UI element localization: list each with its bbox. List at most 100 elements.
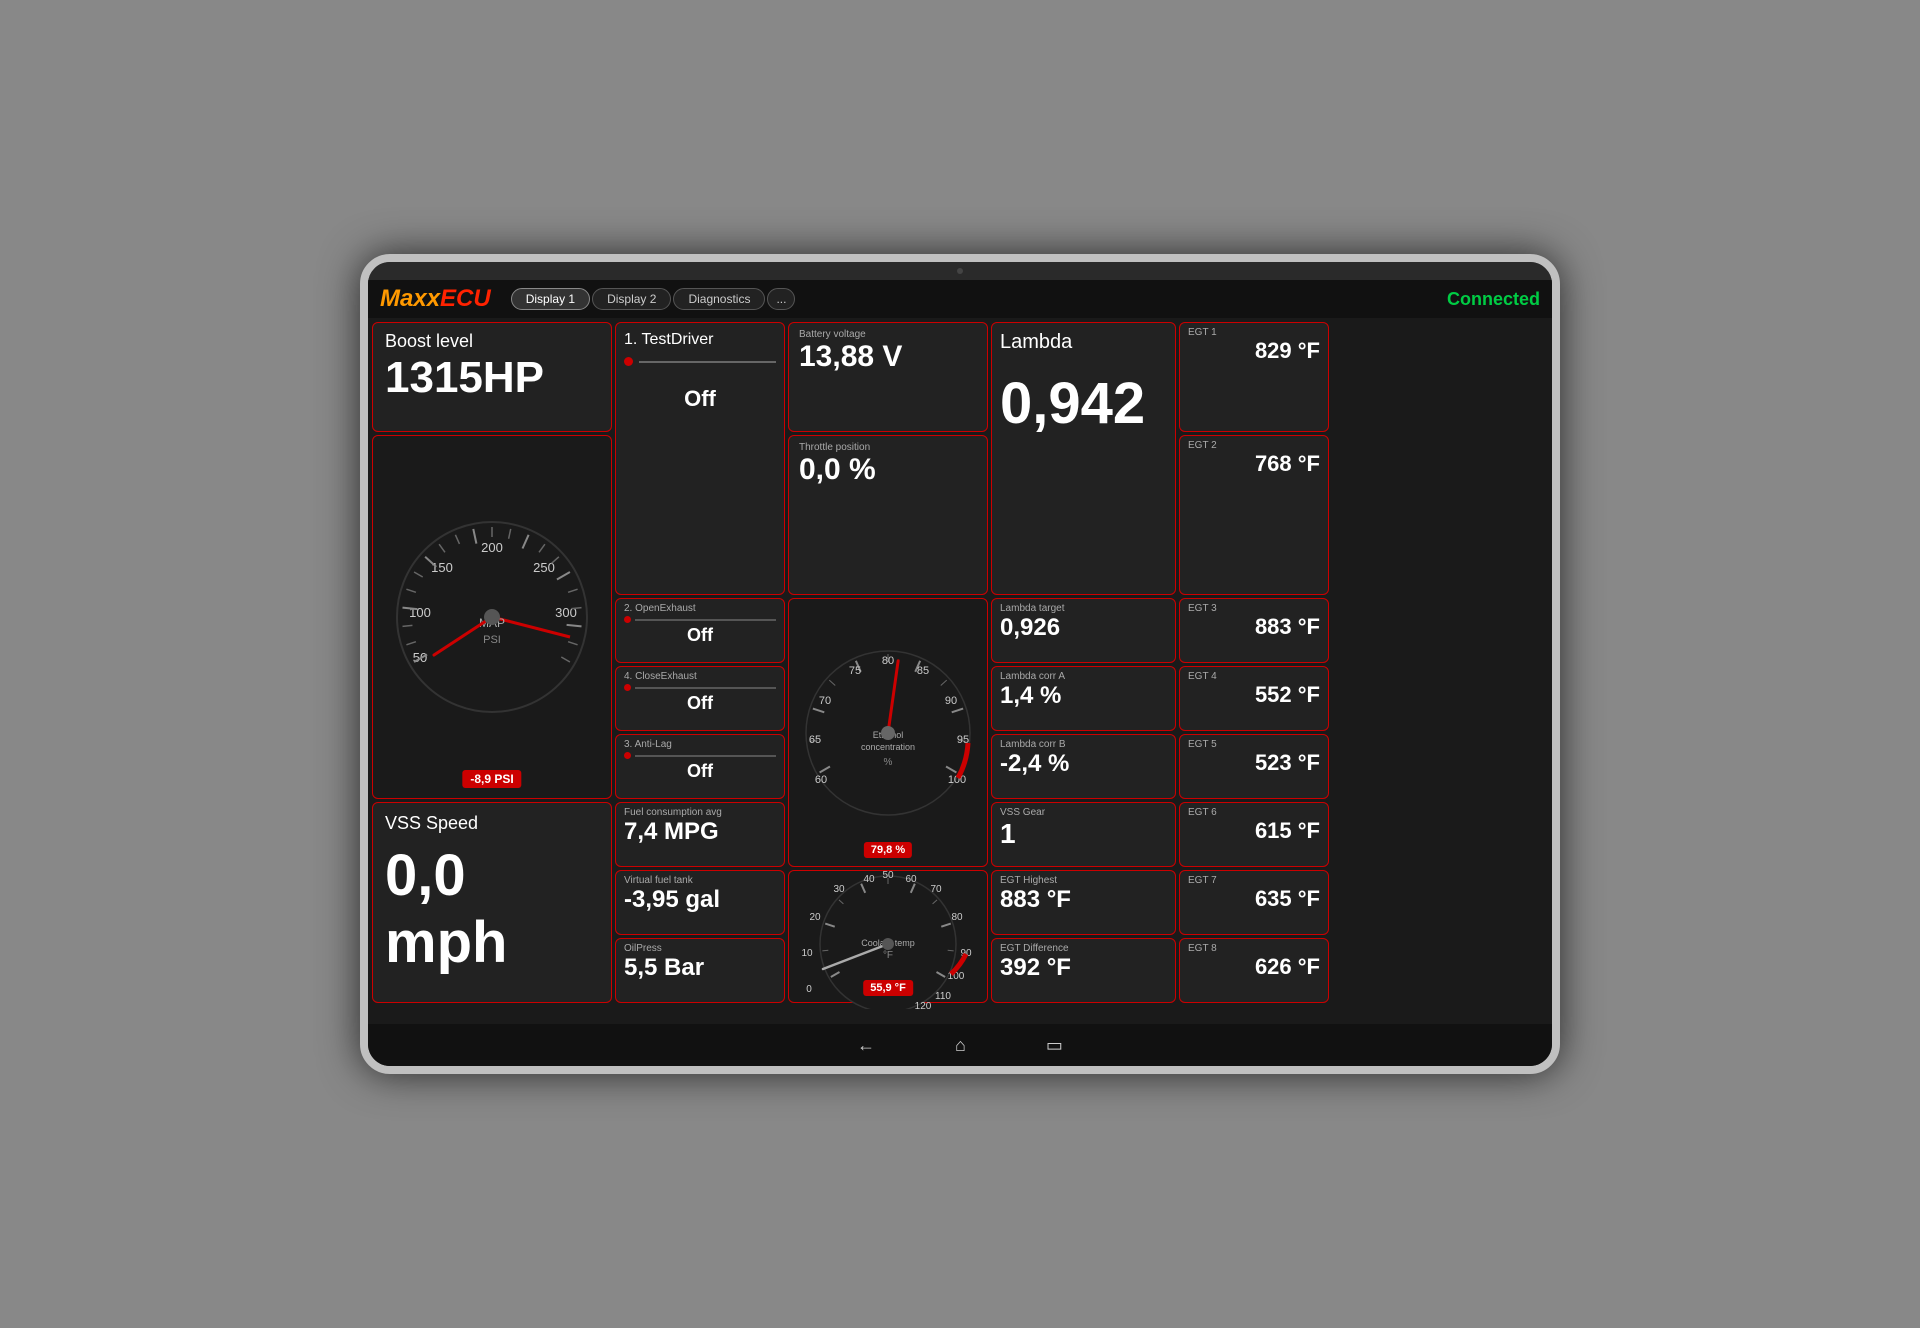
closeexhaust-track	[635, 687, 776, 689]
antilag-cell: 3. Anti-Lag Off	[615, 734, 785, 799]
egt1-value: 829 °F	[1188, 338, 1320, 364]
vss-gear-label: VSS Gear	[1000, 807, 1167, 818]
testdriver-title: 1. TestDriver	[624, 331, 776, 349]
egt4-value: 552 °F	[1188, 682, 1320, 708]
egt6-label: EGT 6	[1188, 807, 1320, 818]
ethanol-badge: 79,8 %	[864, 842, 912, 858]
oilpress-value: 5,5 Bar	[624, 954, 776, 982]
fuel-consumption-label: Fuel consumption avg	[624, 807, 776, 818]
svg-text:85: 85	[917, 665, 929, 677]
egt5-label: EGT 5	[1188, 739, 1320, 750]
boost-value: 1315HP	[385, 356, 599, 400]
egt4-cell: EGT 4 552 °F	[1179, 666, 1329, 731]
vss-gear-value: 1	[1000, 818, 1167, 850]
egt-difference-value: 392 °F	[1000, 954, 1167, 982]
svg-text:0: 0	[806, 984, 812, 995]
battery-label: Battery voltage	[799, 329, 977, 340]
throttle-label: Throttle position	[799, 442, 977, 453]
svg-text:60: 60	[815, 774, 827, 786]
boost-title: Boost level	[385, 331, 599, 352]
fuel-consumption-cell: Fuel consumption avg 7,4 MPG	[615, 802, 785, 867]
lambda-value: 0,942	[1000, 370, 1167, 437]
egt5-cell: EGT 5 523 °F	[1179, 734, 1329, 799]
egt5-value: 523 °F	[1188, 750, 1320, 776]
lambda-corr-a-label: Lambda corr A	[1000, 671, 1167, 682]
vss-gear-cell: VSS Gear 1	[991, 802, 1176, 867]
coolant-cell: 0 10 20 30 40 50 60 70 80 90 100 110 120	[788, 870, 988, 1003]
map-gauge-svg: 50 100 150 200 250 300	[382, 507, 602, 727]
vss-speed-value: 0,0 mph	[385, 842, 599, 976]
virtual-fuel-label: Virtual fuel tank	[624, 875, 776, 886]
testdriver-value: Off	[624, 386, 776, 412]
virtual-fuel-value: -3,95 gal	[624, 886, 776, 914]
svg-text:60: 60	[905, 874, 917, 885]
egt-difference-label: EGT Difference	[1000, 943, 1167, 954]
closeexhaust-label: 4. CloseExhaust	[624, 671, 776, 682]
antilag-label: 3. Anti-Lag	[624, 739, 776, 750]
svg-text:20: 20	[809, 912, 821, 923]
egt-highest-value: 883 °F	[1000, 886, 1167, 914]
svg-text:100: 100	[409, 605, 431, 620]
egt2-cell: EGT 2 768 °F	[1179, 435, 1329, 595]
svg-text:150: 150	[431, 560, 453, 575]
openexhaust-value: Off	[624, 625, 776, 646]
openexhaust-track	[635, 619, 776, 621]
map-gauge-cell: 50 100 150 200 250 300	[372, 435, 612, 799]
antilag-value: Off	[624, 761, 776, 782]
egt-highest-label: EGT Highest	[1000, 875, 1167, 886]
egt3-label: EGT 3	[1188, 603, 1320, 614]
egt2-value: 768 °F	[1188, 451, 1320, 477]
lambda-corr-b-cell: Lambda corr B -2,4 %	[991, 734, 1176, 799]
nav-recents-button[interactable]: ▭	[1046, 1035, 1063, 1056]
egt2-label: EGT 2	[1188, 440, 1320, 451]
egt3-value: 883 °F	[1188, 614, 1320, 640]
tab-diagnostics[interactable]: Diagnostics	[673, 288, 765, 310]
logo-ecu: ECU	[440, 285, 491, 312]
svg-text:75: 75	[849, 665, 861, 677]
egt8-label: EGT 8	[1188, 943, 1320, 954]
testdriver-cell: 1. TestDriver Off	[615, 322, 785, 595]
egt1-cell: EGT 1 829 °F	[1179, 322, 1329, 432]
vss-speed-title: VSS Speed	[385, 813, 599, 834]
svg-text:concentration: concentration	[861, 742, 915, 752]
lambda-title: Lambda	[1000, 331, 1167, 354]
nav-home-button[interactable]: ⌂	[955, 1035, 966, 1056]
ethanol-gauge-svg: 60 65 70 75 80 85 90 95 100 Ethanol conc…	[793, 638, 983, 828]
closeexhaust-value: Off	[624, 693, 776, 714]
egt7-label: EGT 7	[1188, 875, 1320, 886]
nav-back-button[interactable]: ←	[857, 1035, 875, 1056]
tab-more[interactable]: ...	[767, 288, 795, 310]
egt6-cell: EGT 6 615 °F	[1179, 802, 1329, 867]
boost-cell: Boost level 1315HP	[372, 322, 612, 432]
app-logo: MaxxECU	[380, 285, 491, 313]
ethanol-cell: 60 65 70 75 80 85 90 95 100 Ethanol conc…	[788, 598, 988, 867]
antilag-dot	[624, 752, 631, 759]
svg-text:50: 50	[882, 870, 894, 881]
egt7-cell: EGT 7 635 °F	[1179, 870, 1329, 935]
camera-dot	[957, 268, 963, 274]
svg-text:120: 120	[915, 1001, 932, 1009]
closeexhaust-dot	[624, 684, 631, 691]
tab-display2[interactable]: Display 2	[592, 288, 671, 310]
svg-text:40: 40	[863, 874, 875, 885]
connected-status: Connected	[1447, 289, 1540, 310]
lambda-target-cell: Lambda target 0,926	[991, 598, 1176, 663]
throttle-value: 0,0 %	[799, 453, 977, 487]
svg-text:65: 65	[809, 734, 821, 746]
svg-text:30: 30	[833, 884, 845, 895]
battery-cell: Battery voltage 13,88 V	[788, 322, 988, 432]
svg-text:%: %	[884, 757, 893, 768]
tab-display1[interactable]: Display 1	[511, 288, 590, 310]
tabs-area: Display 1 Display 2 Diagnostics ...	[511, 288, 796, 310]
android-nav-bar: ← ⌂ ▭	[368, 1024, 1552, 1066]
egt-difference-cell: EGT Difference 392 °F	[991, 938, 1176, 1003]
svg-text:70: 70	[930, 884, 942, 895]
svg-text:10: 10	[801, 948, 813, 959]
lambda-corr-a-value: 1,4 %	[1000, 682, 1167, 710]
egt7-value: 635 °F	[1188, 886, 1320, 912]
openexhaust-dot	[624, 616, 631, 623]
egt8-cell: EGT 8 626 °F	[1179, 938, 1329, 1003]
lambda-target-label: Lambda target	[1000, 603, 1167, 614]
svg-text:70: 70	[819, 695, 831, 707]
lambda-target-value: 0,926	[1000, 614, 1167, 642]
